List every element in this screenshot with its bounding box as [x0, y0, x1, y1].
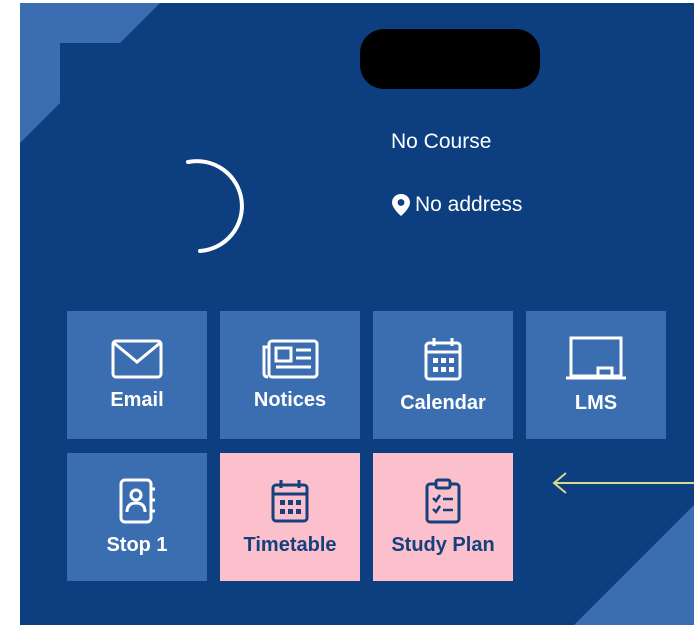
- address-label: No address: [415, 193, 523, 216]
- corner-decoration-bottom-right: [574, 505, 694, 625]
- address-row: No address: [391, 193, 522, 217]
- tile-label: Notices: [253, 388, 327, 411]
- calendar-icon: [271, 479, 309, 522]
- tile-label: Study Plan: [391, 533, 495, 556]
- tile-label: Email: [110, 388, 164, 411]
- tile-label: Calendar: [400, 391, 486, 414]
- tile-label: LMS: [574, 391, 618, 414]
- tile-timetable[interactable]: Timetable: [220, 453, 360, 581]
- tile-label: Timetable: [243, 533, 337, 556]
- newspaper-icon: [262, 339, 319, 378]
- tile-label: Stop 1: [106, 533, 168, 556]
- tile-study-plan[interactable]: Study Plan: [373, 453, 513, 581]
- contact-book-icon: [119, 478, 155, 523]
- redacted-name: [360, 29, 540, 89]
- clipboard-checklist-icon: [425, 478, 461, 523]
- arrow-left-icon: [552, 472, 694, 494]
- location-pin-icon: [392, 194, 410, 216]
- tile-calendar[interactable]: Calendar: [373, 311, 513, 439]
- envelope-icon: [111, 339, 163, 378]
- tile-lms[interactable]: LMS: [526, 311, 666, 439]
- loading-spinner-icon: [186, 159, 244, 253]
- whiteboard-icon: [566, 336, 626, 379]
- tile-stop-1[interactable]: Stop 1: [67, 453, 207, 581]
- corner-decoration-inner: [60, 43, 140, 123]
- tile-email[interactable]: Email: [67, 311, 207, 439]
- calendar-icon: [424, 337, 462, 380]
- dashboard-panel: No Course No address Email Notices Calen…: [20, 3, 694, 625]
- course-label: No Course: [391, 130, 492, 153]
- tile-notices[interactable]: Notices: [220, 311, 360, 439]
